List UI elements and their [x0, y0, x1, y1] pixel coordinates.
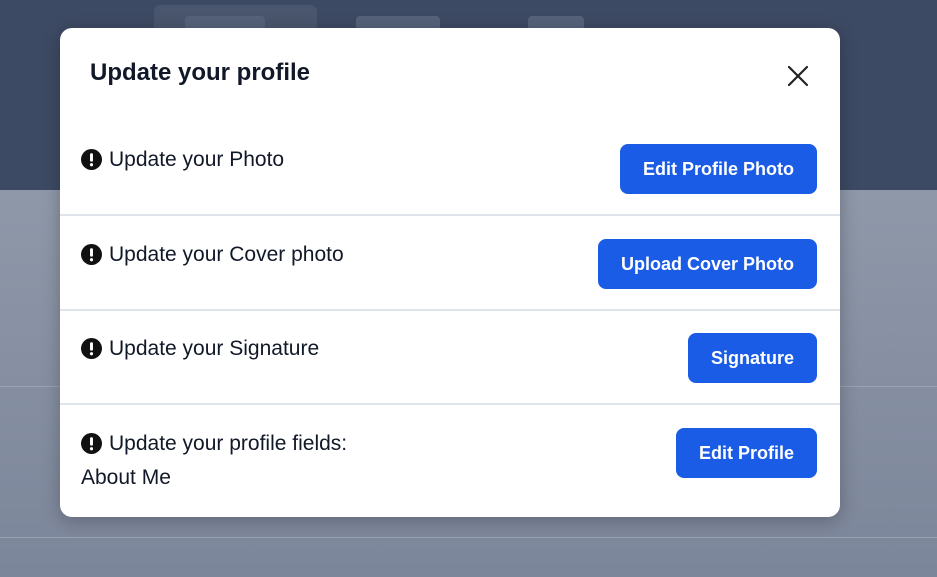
close-icon	[787, 65, 809, 87]
row-label: Update your Photo	[81, 143, 284, 177]
signature-button[interactable]: Signature	[687, 333, 817, 383]
row-label-text: Update your Signature	[109, 337, 320, 360]
upload-cover-photo-button[interactable]: Upload Cover Photo	[597, 239, 817, 289]
edit-profile-photo-button[interactable]: Edit Profile Photo	[620, 144, 817, 194]
row-label: Update your Cover photo	[81, 238, 344, 272]
exclamation-circle-icon	[81, 244, 102, 265]
row-update-photo: Update your Photo Edit Profile Photo	[60, 121, 840, 216]
row-label-text: Update your Photo	[109, 148, 285, 171]
row-label: Update your Signature	[81, 332, 319, 366]
row-sublabel: About Me	[81, 466, 171, 489]
row-label-text: Update your Cover photo	[109, 243, 344, 266]
row-label-text: Update your profile fields: About Me	[81, 427, 348, 495]
modal-title: Update your profile	[90, 59, 311, 86]
row-update-cover-photo: Update your Cover photo Upload Cover Pho…	[60, 216, 840, 311]
exclamation-circle-icon	[81, 149, 102, 170]
row-update-signature: Update your Signature Signature	[60, 311, 840, 405]
exclamation-circle-icon	[81, 433, 102, 454]
exclamation-circle-icon	[81, 338, 102, 359]
row-label-main: Update your profile fields:	[109, 432, 348, 455]
background-divider	[0, 537, 937, 538]
update-profile-modal: Update your profile Update your Photo Ed…	[60, 28, 840, 517]
row-label: Update your profile fields: About Me	[81, 427, 347, 495]
row-update-profile-fields: Update your profile fields: About Me Edi…	[60, 405, 840, 517]
close-button[interactable]	[780, 61, 816, 91]
edit-profile-button[interactable]: Edit Profile	[675, 428, 817, 478]
